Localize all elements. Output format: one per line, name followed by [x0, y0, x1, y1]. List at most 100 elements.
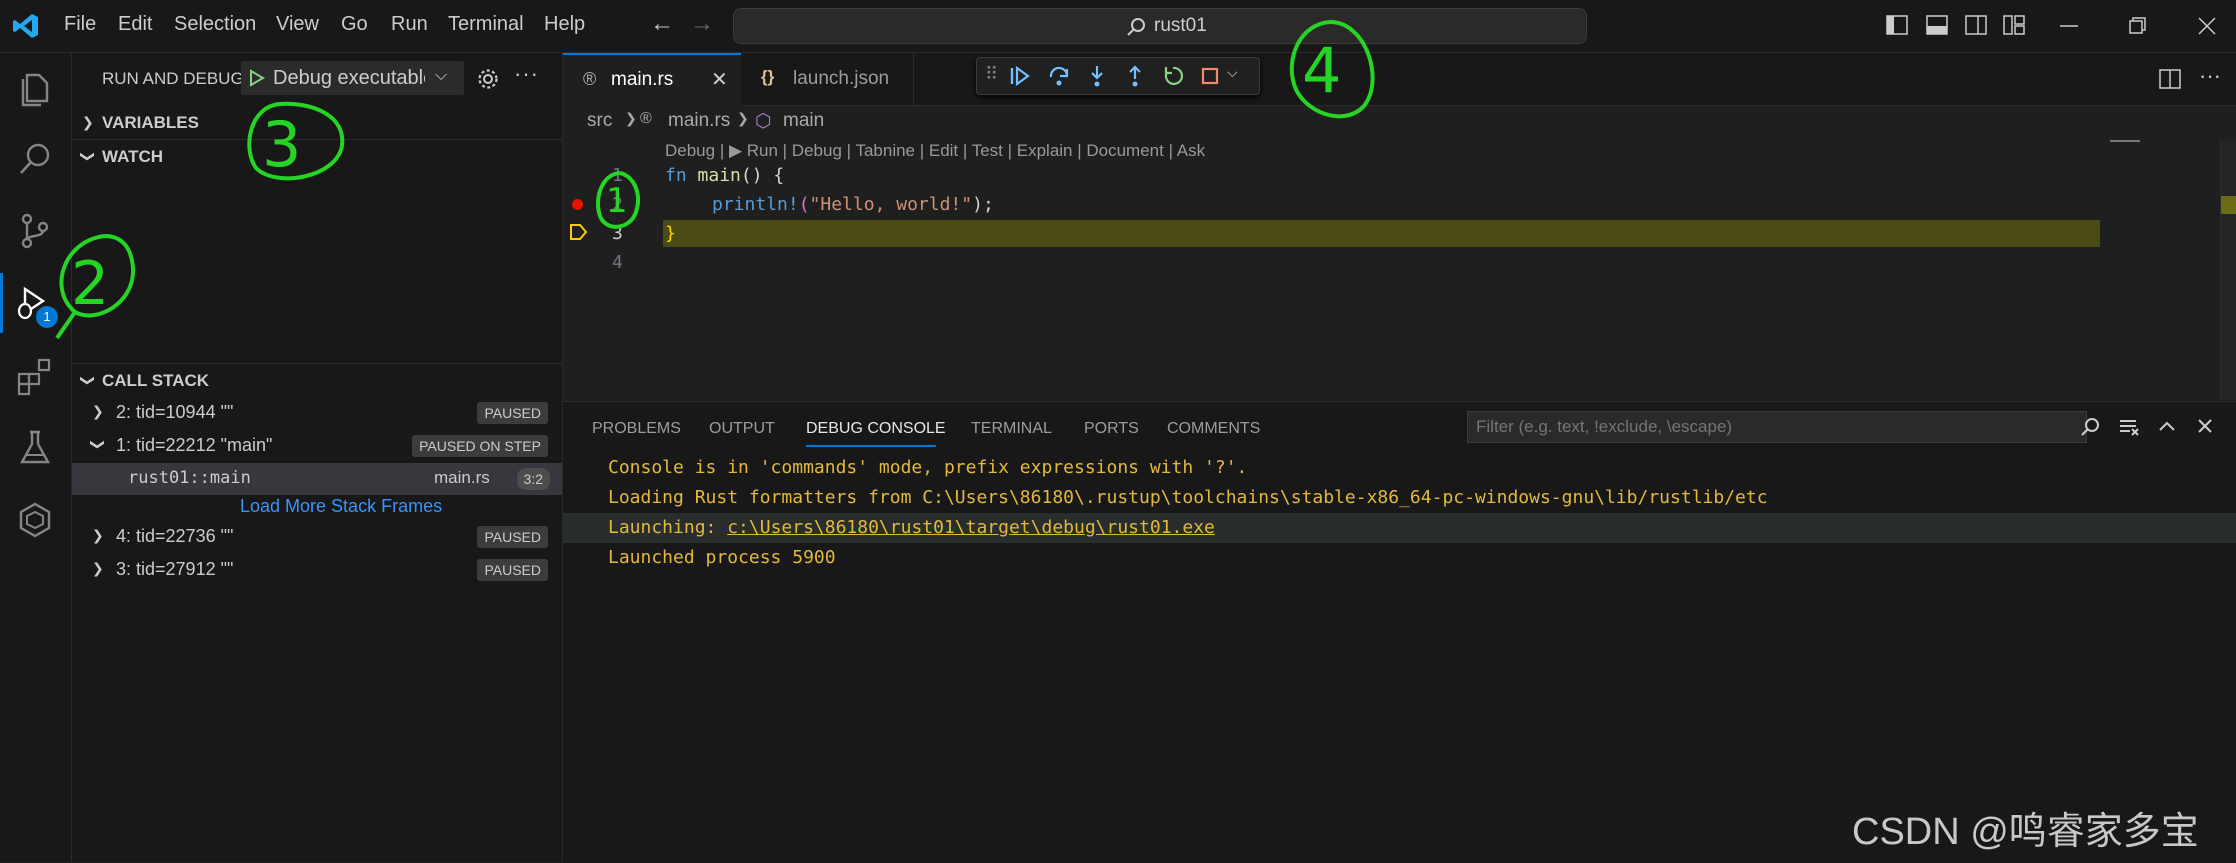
current-line-highlight	[663, 220, 2100, 247]
activity-bar: 1	[0, 53, 72, 862]
stop-icon[interactable]	[1201, 67, 1219, 85]
chevron-down-icon[interactable]: ⌵	[1227, 64, 1238, 81]
annotation-3: 3	[247, 101, 345, 181]
code-macro: println!	[712, 194, 799, 215]
chevron-right-icon: ❯	[92, 527, 104, 543]
filter-icon[interactable]	[2079, 416, 2101, 438]
thread-row[interactable]: ❯ 2: tid=10944 "" PAUSED	[72, 397, 562, 429]
chevron-right-icon: ❯	[92, 560, 104, 576]
start-debugging-icon[interactable]	[248, 69, 266, 87]
split-editor-icon[interactable]	[2159, 69, 2181, 89]
toggle-panel-icon[interactable]	[1926, 15, 1948, 35]
thread-row[interactable]: ❯ 1: tid=22212 "main" PAUSED ON STEP	[72, 430, 562, 462]
tab-debug-console[interactable]: DEBUG CONSOLE	[806, 420, 946, 438]
step-out-icon[interactable]	[1124, 64, 1146, 88]
thread-label: 4: tid=22736 ""	[116, 526, 234, 546]
console-filter-input[interactable]	[1467, 411, 2087, 443]
remote-explorer-icon[interactable]	[15, 500, 55, 540]
command-center[interactable]: rust01	[733, 8, 1587, 44]
stack-frame-file: main.rs	[434, 468, 490, 487]
explorer-icon[interactable]	[15, 67, 55, 107]
stack-frame-row[interactable]: rust01::main main.rs 3:2	[72, 463, 562, 495]
tab-main-rs[interactable]: ® main.rs ✕	[563, 53, 741, 107]
more-actions-icon[interactable]: ···	[514, 61, 539, 87]
variables-label: VARIABLES	[102, 113, 199, 132]
clear-console-icon[interactable]	[2118, 417, 2140, 437]
debug-config-select[interactable]: Debug executable ⌵	[241, 61, 464, 95]
menu-file[interactable]: File	[64, 13, 96, 36]
chevron-down-icon: ❯	[90, 438, 107, 451]
minimize-icon[interactable]	[2060, 24, 2080, 28]
tab-output[interactable]: OUTPUT	[709, 420, 775, 438]
breadcrumb-symbol[interactable]: main	[783, 110, 824, 132]
code-text: );	[972, 194, 994, 215]
forward-arrow-icon[interactable]: →	[690, 10, 714, 38]
tab-label: main.rs	[611, 69, 674, 90]
code-line: fn main() {	[665, 165, 784, 186]
line-number: 4	[612, 252, 623, 273]
menu-go[interactable]: Go	[341, 13, 368, 36]
close-window-icon[interactable]	[2197, 16, 2217, 36]
annotation-label: 3	[262, 108, 301, 181]
bottom-panel: PROBLEMS OUTPUT DEBUG CONSOLE TERMINAL P…	[563, 401, 2236, 863]
editor-tab-bar: ® main.rs ✕ {} launch.json ⠿ ⌵ ···	[563, 53, 2236, 107]
menu-help[interactable]: Help	[544, 13, 585, 36]
code-lens[interactable]: Debug | ▶ Run | Debug | Tabnine | Edit |…	[665, 141, 1205, 161]
minimap[interactable]	[2110, 140, 2140, 142]
title-bar: File Edit Selection View Go Run Terminal…	[0, 0, 2236, 53]
close-tab-icon[interactable]: ✕	[711, 67, 728, 92]
load-more-stack-frames-link[interactable]: Load More Stack Frames	[240, 496, 442, 517]
tab-launch-json[interactable]: {} launch.json	[741, 53, 914, 105]
back-arrow-icon[interactable]: ←	[650, 10, 674, 38]
debug-toolbar: ⠿ ⌵	[976, 57, 1260, 95]
customize-layout-icon[interactable]	[2003, 15, 2025, 35]
continue-icon[interactable]	[1009, 66, 1031, 86]
editor-scrollbar[interactable]	[2220, 140, 2236, 400]
menu-view[interactable]: View	[276, 13, 319, 36]
tab-terminal[interactable]: TERMINAL	[971, 420, 1052, 438]
step-into-icon[interactable]	[1086, 64, 1108, 88]
console-line: Launched process 5900	[608, 547, 836, 568]
code-line: }	[665, 223, 676, 244]
chevron-right-icon: ❯	[737, 110, 749, 126]
call-stack-label: CALL STACK	[102, 371, 210, 390]
watch-label: WATCH	[102, 147, 164, 166]
toggle-secondary-sidebar-icon[interactable]	[1965, 15, 1987, 35]
maximize-panel-icon[interactable]	[2158, 420, 2176, 432]
extensions-icon[interactable]	[15, 356, 55, 396]
console-path-link[interactable]: c:\Users\86180\rust01\target\debug\rust0…	[727, 517, 1215, 538]
drag-handle-icon[interactable]: ⠿	[985, 64, 998, 85]
tab-comments[interactable]: COMMENTS	[1167, 420, 1260, 438]
menu-terminal[interactable]: Terminal	[448, 13, 524, 36]
chevron-down-icon: ❯	[80, 150, 97, 163]
vscode-logo-icon[interactable]	[12, 12, 40, 40]
rust-file-icon: ®	[640, 110, 652, 127]
search-view-icon[interactable]	[15, 139, 55, 179]
more-actions-icon[interactable]: ···	[2199, 63, 2221, 89]
thread-row[interactable]: ❯ 4: tid=22736 "" PAUSED	[72, 521, 562, 553]
menu-selection[interactable]: Selection	[174, 13, 256, 36]
close-panel-icon[interactable]	[2197, 418, 2213, 434]
testing-icon[interactable]	[15, 428, 55, 468]
call-stack-section-header[interactable]: ❯ CALL STACK	[72, 365, 562, 397]
console-line: Launching: c:\Users\86180\rust01\target\…	[608, 517, 1215, 538]
step-over-icon[interactable]	[1048, 65, 1070, 87]
menu-edit[interactable]: Edit	[118, 13, 152, 36]
rust-file-icon: ®	[583, 69, 597, 89]
console-line: Loading Rust formatters from C:\Users\86…	[608, 487, 1768, 508]
thread-row[interactable]: ❯ 3: tid=27912 "" PAUSED	[72, 554, 562, 586]
menu-run[interactable]: Run	[391, 13, 428, 36]
active-indicator	[0, 273, 3, 333]
breakpoint-icon[interactable]	[572, 199, 583, 210]
code-string: "Hello, world!"	[809, 194, 973, 215]
breadcrumb-file[interactable]: main.rs	[668, 110, 730, 132]
toggle-primary-sidebar-icon[interactable]	[1886, 15, 1908, 35]
restart-icon[interactable]	[1162, 65, 1184, 87]
code-text: (	[798, 194, 810, 215]
gear-icon[interactable]	[476, 67, 500, 91]
chevron-right-icon: ❯	[625, 110, 637, 126]
tab-problems[interactable]: PROBLEMS	[592, 420, 681, 438]
restore-icon[interactable]	[2128, 16, 2148, 36]
breadcrumb-folder[interactable]: src	[587, 110, 612, 132]
tab-ports[interactable]: PORTS	[1084, 420, 1139, 438]
